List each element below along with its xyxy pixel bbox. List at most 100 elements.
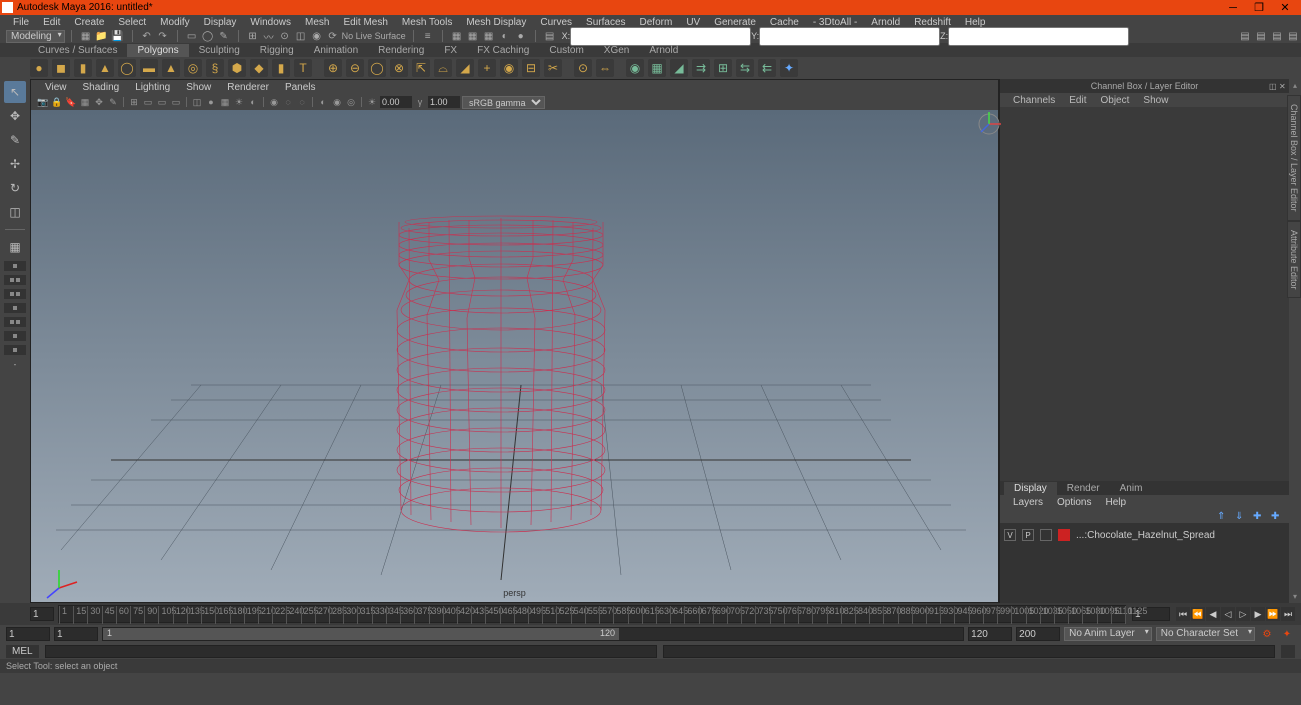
layer-tab-anim[interactable]: Anim [1110, 482, 1153, 495]
script-editor-icon[interactable] [1281, 645, 1295, 658]
menu-windows[interactable]: Windows [243, 17, 298, 28]
layer-new-selected-icon[interactable]: ✚ [1271, 511, 1283, 521]
shelf-tab-rendering[interactable]: Rendering [368, 44, 434, 57]
range-end-field[interactable] [968, 627, 1012, 641]
sculpt-icon[interactable]: ◉ [626, 59, 644, 77]
snap-surface-icon[interactable]: ◉ [310, 29, 324, 43]
prefs-icon[interactable]: ✦ [1279, 627, 1295, 641]
shelf-tab-fx[interactable]: FX [434, 44, 467, 57]
extrude-icon[interactable]: ⇱ [412, 59, 430, 77]
xray-icon[interactable]: ◌ [282, 96, 294, 108]
cb-menu-channels[interactable]: Channels [1006, 95, 1062, 106]
panel-menu-shading[interactable]: Shading [75, 82, 128, 93]
shelf-tab-curves[interactable]: Curves / Surfaces [28, 44, 127, 57]
viewport-3d[interactable]: persp [31, 110, 998, 602]
layout-hyper[interactable] [4, 331, 26, 341]
anim-layer-select[interactable]: No Anim Layer [1064, 627, 1152, 641]
snap-point-icon[interactable]: ⊙ [278, 29, 292, 43]
minimize-button[interactable]: ─ [1227, 2, 1239, 14]
toggle-shelf-icon[interactable]: ▤ [1238, 29, 1252, 43]
layer-move-down-icon[interactable]: ⇓ [1235, 511, 1247, 521]
layout-icon[interactable]: ▤ [543, 29, 557, 43]
menu-create[interactable]: Create [67, 17, 111, 28]
cb-menu-show[interactable]: Show [1136, 95, 1175, 106]
collapse-icon[interactable]: ⊟ [522, 59, 540, 77]
lock-camera-icon[interactable]: 🔒 [51, 96, 63, 108]
slide-edge-icon[interactable]: ⇆ [736, 59, 754, 77]
shelf-tab-sculpting[interactable]: Sculpting [189, 44, 250, 57]
anim-start-field[interactable] [6, 627, 50, 641]
open-scene-icon[interactable]: 📁 [95, 29, 109, 43]
dock-icon[interactable]: ◫ [1269, 82, 1277, 90]
poly-type-icon[interactable]: T [294, 59, 312, 77]
film-gate-icon[interactable]: ▭ [142, 96, 154, 108]
layer-row[interactable]: V P ...:Chocolate_Hazelnut_Spread [1004, 527, 1285, 543]
layer-name[interactable]: ...:Chocolate_Hazelnut_Spread [1076, 530, 1215, 541]
menu-display[interactable]: Display [197, 17, 244, 28]
xray-joint-icon[interactable]: ◌ [296, 96, 308, 108]
crease-icon[interactable]: ◢ [670, 59, 688, 77]
2d-pan-icon[interactable]: ✥ [93, 96, 105, 108]
rotate-tool[interactable]: ↻ [4, 177, 26, 199]
combine-icon[interactable]: ⊕ [324, 59, 342, 77]
gate-mask-icon[interactable]: ▭ [170, 96, 182, 108]
snap-plane-icon[interactable]: ◫ [294, 29, 308, 43]
menu-select[interactable]: Select [111, 17, 153, 28]
le-menu-options[interactable]: Options [1050, 497, 1098, 508]
poly-torus-icon[interactable]: ◯ [118, 59, 136, 77]
poly-cone-icon[interactable]: ▲ [96, 59, 114, 77]
lasso-icon[interactable]: ◯ [201, 29, 215, 43]
offset-edge-icon[interactable]: ⇇ [758, 59, 776, 77]
shelf-tab-polygons[interactable]: Polygons [127, 44, 188, 57]
bookmark-icon[interactable]: 🔖 [65, 96, 77, 108]
boolean-icon[interactable]: ⊗ [390, 59, 408, 77]
menu-mesh-display[interactable]: Mesh Display [459, 17, 533, 28]
shelf-tab-animation[interactable]: Animation [304, 44, 368, 57]
panel-menu-show[interactable]: Show [178, 82, 219, 93]
layer-color-swatch[interactable] [1058, 529, 1070, 541]
layer-new-empty-icon[interactable]: ✚ [1253, 511, 1265, 521]
aa-icon[interactable]: ◎ [345, 96, 357, 108]
menu-mesh[interactable]: Mesh [298, 17, 336, 28]
select-camera-icon[interactable]: 📷 [37, 96, 49, 108]
smooth-icon[interactable]: ◯ [368, 59, 386, 77]
step-forward-key-icon[interactable]: ⏩ [1266, 607, 1280, 621]
anim-end-field[interactable] [1016, 627, 1060, 641]
menu-edit-mesh[interactable]: Edit Mesh [336, 17, 394, 28]
character-set-select[interactable]: No Character Set [1156, 627, 1255, 641]
range-slider[interactable]: 1 120 [102, 627, 964, 641]
exposure-field[interactable] [380, 96, 412, 108]
shelf-tab-fxcaching[interactable]: FX Caching [467, 44, 539, 57]
target-weld-icon[interactable]: ⊙ [574, 59, 592, 77]
cb-menu-edit[interactable]: Edit [1062, 95, 1093, 106]
shelf-tab-rigging[interactable]: Rigging [250, 44, 304, 57]
undo-icon[interactable]: ↶ [140, 29, 154, 43]
panel-menu-lighting[interactable]: Lighting [127, 82, 178, 93]
panel-menu-renderer[interactable]: Renderer [219, 82, 277, 93]
step-back-key-icon[interactable]: ⏪ [1191, 607, 1205, 621]
menu-file[interactable]: File [6, 17, 36, 28]
menu-mesh-tools[interactable]: Mesh Tools [395, 17, 459, 28]
shelf-tab-xgen[interactable]: XGen [594, 44, 640, 57]
y-field[interactable] [759, 27, 940, 46]
layer-tab-display[interactable]: Display [1004, 482, 1057, 495]
poly-soccer-icon[interactable]: ⬢ [228, 59, 246, 77]
ipr-render-icon[interactable]: ▦ [466, 29, 480, 43]
menu-edit[interactable]: Edit [36, 17, 67, 28]
poly-prism-icon[interactable]: ▮ [272, 59, 290, 77]
layout-four[interactable] [4, 275, 26, 285]
layout-custom[interactable] [4, 345, 26, 355]
layer-visible-checkbox[interactable]: V [1004, 529, 1016, 541]
uv-icon[interactable]: ✦ [780, 59, 798, 77]
poly-sphere-icon[interactable]: ● [30, 59, 48, 77]
gamma-field[interactable] [428, 96, 460, 108]
scroll-down-icon[interactable]: ▾ [1293, 592, 1297, 601]
maximize-button[interactable]: ❐ [1253, 2, 1265, 14]
last-tool[interactable]: ▦ [4, 236, 26, 258]
poly-helix-icon[interactable]: § [206, 59, 224, 77]
render-view-icon[interactable]: ◐ [498, 29, 512, 43]
hypershade-icon[interactable]: ● [514, 29, 528, 43]
image-plane-icon[interactable]: ▦ [79, 96, 91, 108]
select-tool[interactable]: ↖ [4, 81, 26, 103]
go-to-start-icon[interactable]: ⏮ [1176, 607, 1190, 621]
